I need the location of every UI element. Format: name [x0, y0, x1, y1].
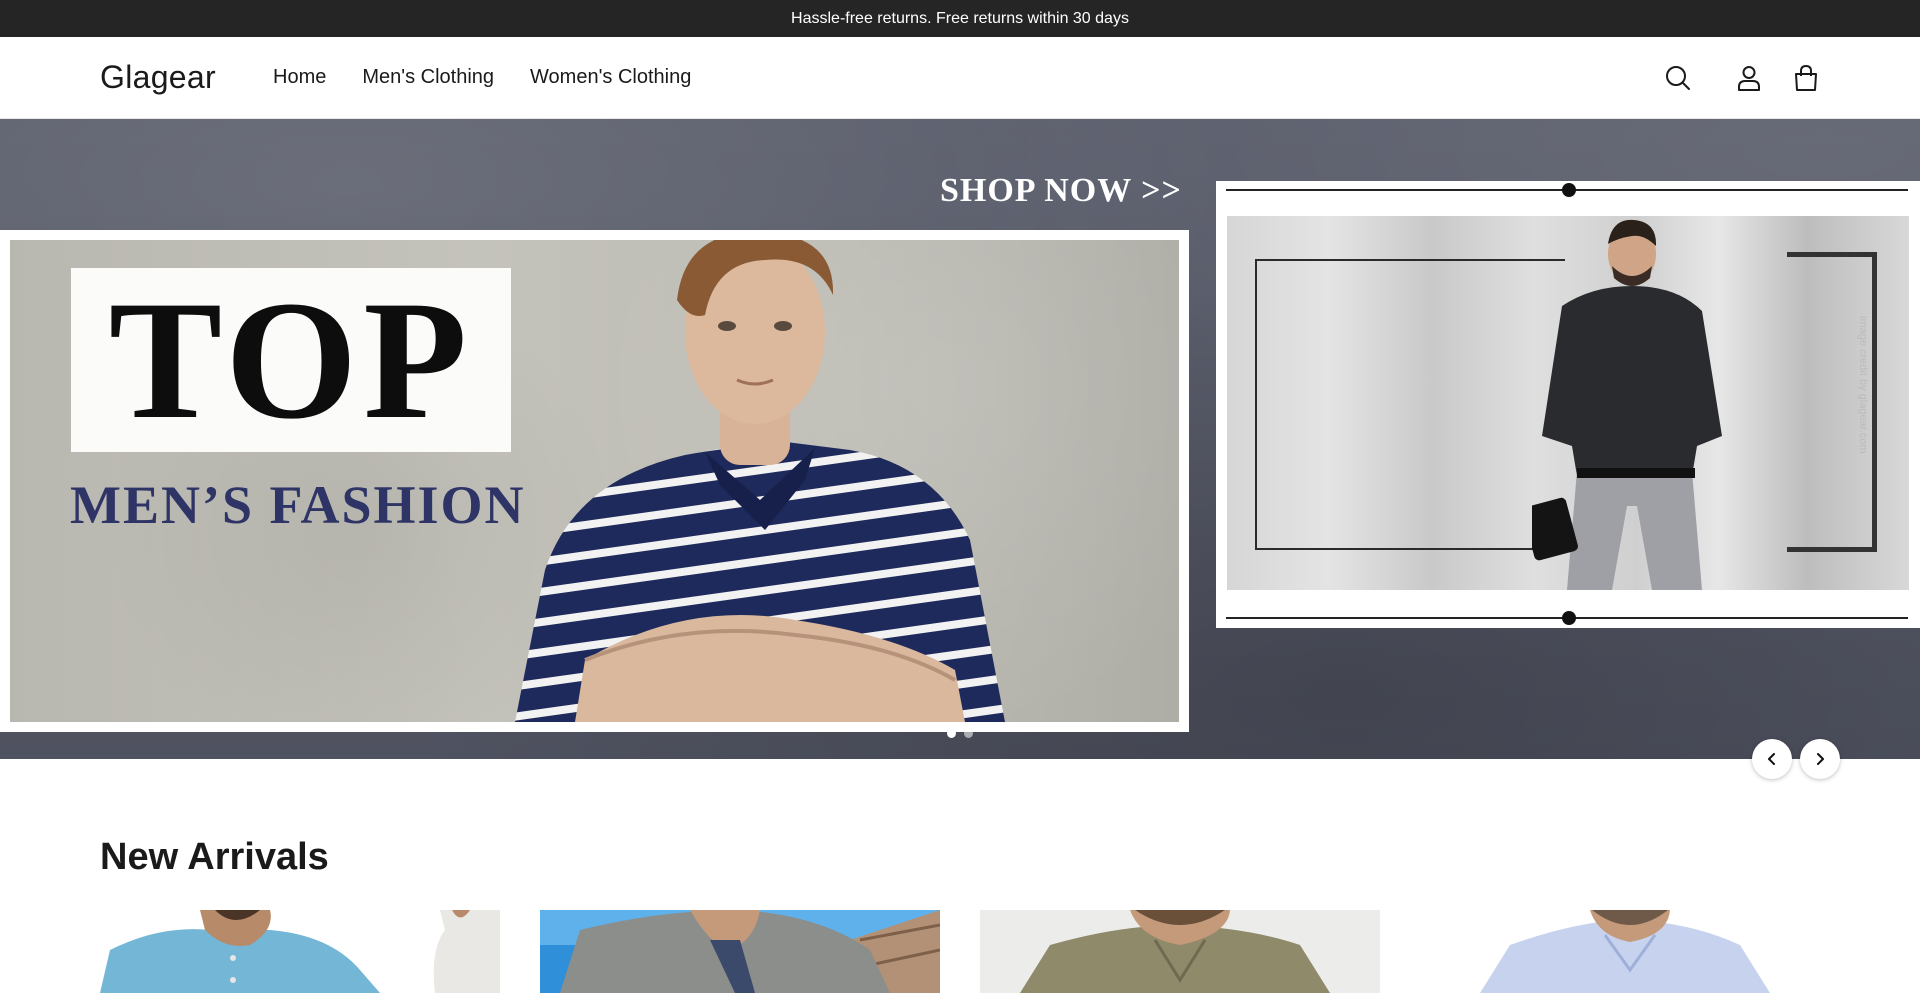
- shop-now-link[interactable]: SHOP NOW >>: [940, 172, 1182, 210]
- product-card[interactable]: [980, 910, 1380, 993]
- hero-carousel[interactable]: SHOP NOW >> TOP MEN’S FASHION image cred…: [0, 119, 1920, 759]
- product-card[interactable]: [100, 910, 500, 993]
- carousel-dot-2[interactable]: [964, 729, 973, 738]
- model-black-shirt: [1532, 219, 1722, 590]
- section-title-new-arrivals: New Arrivals: [100, 836, 329, 878]
- product-image: [1420, 910, 1820, 993]
- site-header: Glagear Home Men's Clothing Women's Clot…: [0, 37, 1920, 119]
- hero-slide-main[interactable]: TOP MEN’S FASHION: [0, 230, 1189, 732]
- carousel-dots: [947, 729, 973, 738]
- account-icon[interactable]: [1732, 61, 1766, 95]
- announcement-text: Hassle-free returns. Free returns within…: [791, 9, 1129, 27]
- chevron-left-icon: [1768, 753, 1775, 765]
- hero-side-image: image credit by glagear.com: [1227, 216, 1909, 590]
- carousel-next-button[interactable]: [1800, 739, 1840, 779]
- header-actions: [0, 61, 1920, 95]
- model-striped-polo: [515, 240, 1005, 722]
- announcement-bar: Hassle-free returns. Free returns within…: [0, 0, 1920, 37]
- chevron-right-icon: [1817, 753, 1824, 765]
- product-card[interactable]: [540, 910, 940, 993]
- product-card[interactable]: [1420, 910, 1820, 993]
- image-credit: image credit by glagear.com: [1857, 316, 1869, 454]
- product-image: [100, 910, 500, 993]
- hero-slide-side[interactable]: image credit by glagear.com: [1216, 181, 1920, 628]
- product-image: [980, 910, 1380, 993]
- carousel-dot-1[interactable]: [947, 729, 956, 738]
- product-grid: [100, 910, 1820, 993]
- carousel-prev-button[interactable]: [1752, 739, 1792, 779]
- hero-main-image: TOP MEN’S FASHION: [10, 240, 1179, 722]
- cart-icon[interactable]: [1789, 61, 1823, 95]
- product-image: [540, 910, 940, 993]
- hero-subheadline: MEN’S FASHION: [70, 475, 526, 535]
- top-badge: TOP: [71, 268, 511, 452]
- search-icon[interactable]: [1661, 61, 1695, 95]
- hero-headline: TOP: [108, 266, 474, 454]
